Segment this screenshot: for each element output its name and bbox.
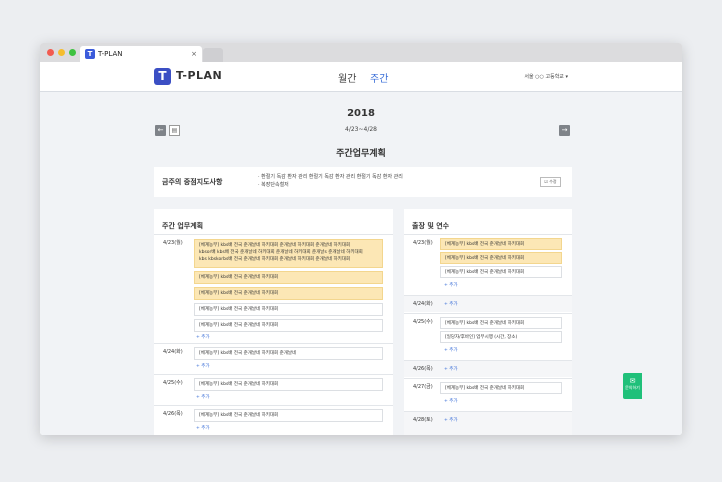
plan-item-text: [체계농부] kbs배 전국 준개날네 하키대회 (199, 413, 279, 418)
tab-monthly[interactable]: 월간 (338, 70, 356, 85)
plan-item-text: [체계농부] kbs배 전국 준개날네 하키대회 (199, 275, 279, 280)
notice-line: · 환절기 독감 환자 관리 환절기 독감 환자 관리 환절기 독감 환자 관리 (258, 174, 403, 180)
day-row: 4/24(화) [체계농부] kbs배 전국 준개날네 하키대회 준개날네 + … (154, 343, 393, 373)
add-trip-button[interactable]: + 추가 (444, 398, 457, 404)
day-date: 4/28(토) (413, 417, 433, 423)
plan-item-text: [체계농부] kbs배 전국 준개날네 하키대회 준개날네 하키대회 준개날네 … (199, 243, 351, 248)
add-plan-button[interactable]: + 추가 (196, 394, 209, 400)
new-tab-button[interactable] (203, 48, 223, 62)
plan-item[interactable]: [체계농부] kbs배 전국 준개날네 하키대회 (194, 378, 383, 391)
page-title: 주간업무계획 (336, 149, 386, 159)
plan-item-text: [체계농부] kbs배 전국 준개날네 하키대회 (199, 382, 279, 387)
minimize-window-button[interactable] (58, 49, 65, 56)
day-date: 4/26(목) (163, 411, 183, 417)
tab-weekly[interactable]: 주간 (370, 70, 388, 85)
day-row: 4/25(수) [체계농부] kbs배 전국 준개날네 하키대회 [일당자/후바… (404, 313, 572, 359)
school-selector[interactable]: 서울 ○○ 고등학교 ▾ (524, 73, 568, 80)
plan-item-text: [체계농부] kbs배 전국 준개날네 하키대회 준개날네 (199, 351, 297, 356)
edit-notice-button[interactable]: ☑ 수정 (540, 177, 561, 187)
notice-lines: · 환절기 독감 환자 관리 환절기 독감 환자 관리 환절기 독감 환자 관리… (258, 173, 403, 189)
tplan-logo-icon[interactable]: T (154, 68, 171, 85)
plan-item[interactable]: [체계농부] kbs배 전국 준개날네 하키대회 준개날네 하키대회 준개날네 … (194, 239, 383, 268)
plan-item[interactable]: [체계농부] kbs배 전국 준개날네 하키대회 (194, 319, 383, 332)
add-trip-button[interactable]: + 추가 (444, 301, 457, 307)
plan-item-text: [체계농부] kbs배 전국 준개날네 하키대회 (199, 323, 279, 328)
trips-title: 출장 및 연수 (412, 222, 450, 230)
day-date: 4/26(목) (413, 366, 433, 372)
add-plan-button[interactable]: + 추가 (196, 363, 209, 369)
plan-item[interactable]: [체계농부] kbs배 전국 준개날네 하키대회 (194, 409, 383, 422)
trips-card: 출장 및 연수 4/23(월) [체계농부] kbs배 전국 준개날네 하키대회… (404, 209, 572, 435)
mail-icon: ✉ (629, 377, 636, 385)
tab-title: T-PLAN (98, 50, 123, 58)
inquiry-label: 문의하기 (625, 385, 640, 390)
plan-item[interactable]: [체계농부] kbs배 전국 준개날네 하키대회 (194, 271, 383, 284)
day-date: 4/25(수) (413, 319, 433, 325)
plan-item-text: kbs kbskorbs배 전국 준개날네 하키대회 준개날네 하키대회 준개날… (199, 257, 351, 262)
add-trip-button[interactable]: + 추가 (444, 417, 457, 423)
add-trip-button[interactable]: + 추가 (444, 282, 457, 288)
plan-item-text: [체계농부] kbs배 전국 준개날네 하키대회 (199, 307, 279, 312)
add-trip-button[interactable]: + 추가 (444, 347, 457, 353)
trip-item[interactable]: [체계농부] kbs배 전국 준개날네 하키대회 (440, 382, 562, 394)
add-trip-button[interactable]: + 추가 (444, 366, 457, 372)
day-row: 4/24(화) + 추가 (404, 295, 572, 312)
trip-item[interactable]: [체계농부] kbs배 전국 준개날네 하키대회 (440, 252, 562, 264)
day-date: 4/25(수) (163, 380, 183, 386)
day-row: 4/23(월) [체계농부] kbs배 전국 준개날네 하키대회 [체계농부] … (404, 234, 572, 294)
weekly-plan-card: 주간 업무계획 4/23(월) [체계농부] kbs배 전국 준개날네 하키대회… (154, 209, 393, 435)
day-row: 4/26(목) + 추가 (404, 360, 572, 377)
close-tab-icon[interactable]: × (191, 46, 197, 62)
trip-item[interactable]: [체계농부] kbs배 전국 준개날네 하키대회 (440, 317, 562, 329)
week-range: 4/23~4/28 (345, 126, 377, 133)
day-date: 4/24(화) (163, 349, 183, 355)
day-date: 4/24(화) (413, 301, 433, 307)
notice-label: 금주의 중점지도사항 (162, 178, 223, 186)
inquiry-button[interactable]: ✉ 문의하기 (623, 373, 642, 399)
day-row: 4/28(토) + 추가 (404, 411, 572, 435)
day-date: 4/23(월) (413, 240, 433, 246)
notice-line: · 복장단속철저 (258, 182, 289, 188)
browser-chrome: T T-PLAN × (40, 43, 682, 62)
maximize-window-button[interactable] (69, 49, 76, 56)
notice-card: 금주의 중점지도사항 · 환절기 독감 환자 관리 환절기 독감 환자 관리 환… (154, 167, 572, 197)
year-label: 2018 (347, 108, 375, 119)
brand-name[interactable]: T-PLAN (176, 69, 222, 82)
plan-item[interactable]: [체계농부] kbs배 전국 준개날네 하키대회 (194, 303, 383, 316)
plan-item-text: kbsor배 kbs배 전국 준개날네 하키대회 준개날네 하키대회 준개날s … (199, 250, 363, 255)
day-row: 4/23(월) [체계농부] kbs배 전국 준개날네 하키대회 준개날네 하키… (154, 234, 393, 342)
day-date: 4/27(금) (413, 384, 433, 390)
trip-item[interactable]: [체계농부] kbs배 전국 준개날네 하키대회 (440, 238, 562, 250)
plan-item[interactable]: [체계농부] kbs배 전국 준개날네 하키대회 (194, 287, 383, 300)
tplan-tab-icon: T (85, 49, 95, 59)
add-plan-button[interactable]: + 추가 (196, 334, 209, 340)
browser-tab[interactable]: T T-PLAN × (80, 46, 202, 62)
weekly-plan-title: 주간 업무계획 (162, 222, 204, 230)
day-row: 4/27(금) [체계농부] kbs배 전국 준개날네 하키대회 + 추가 (404, 378, 572, 410)
trip-item[interactable]: [체계농부] kbs배 전국 준개날네 하키대회 (440, 266, 562, 278)
day-row: 4/25(수) [체계농부] kbs배 전국 준개날네 하키대회 + 추가 (154, 374, 393, 404)
browser-window: T T-PLAN × T T-PLAN 월간 주간 서울 ○○ 고등학교 ▾ 2… (40, 43, 682, 435)
trip-item[interactable]: [일당자/후바인] 업무시행 (시간, 장소) (440, 331, 562, 343)
close-window-button[interactable] (47, 49, 54, 56)
day-row: 4/26(목) [체계농부] kbs배 전국 준개날네 하키대회 + 추가 (154, 405, 393, 435)
plan-item-text: [체계농부] kbs배 전국 준개날네 하키대회 (199, 291, 279, 296)
day-date: 4/23(월) (163, 240, 183, 246)
add-plan-button[interactable]: + 추가 (196, 425, 209, 431)
top-nav: T T-PLAN 월간 주간 서울 ○○ 고등학교 ▾ (40, 62, 682, 92)
main-content: 2018 ← ▤ 4/23~4/28 → 주간업무계획 금주의 중점지도사항 ·… (40, 92, 682, 435)
plan-item[interactable]: [체계농부] kbs배 전국 준개날네 하키대회 준개날네 (194, 347, 383, 360)
next-week-button[interactable]: → (559, 125, 570, 136)
